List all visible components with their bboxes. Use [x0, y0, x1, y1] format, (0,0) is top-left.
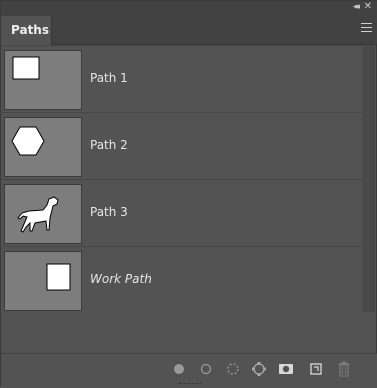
paths-list: Path 1 Path 2 Path 3 Work Path	[2, 45, 362, 314]
path-thumbnail	[4, 184, 82, 244]
tab-paths[interactable]: Paths	[1, 16, 52, 45]
path-label: Work Path	[90, 272, 152, 286]
scrollbar-track[interactable]	[362, 45, 375, 312]
path-row-3[interactable]: Path 3	[2, 180, 362, 247]
path-label: Path 1	[90, 71, 128, 85]
dog-silhouette-icon	[17, 196, 59, 233]
panel-footer	[1, 353, 377, 388]
panel-tab-bar: Paths	[1, 13, 377, 45]
square-shape-icon	[46, 263, 71, 291]
empty-list-area	[2, 312, 362, 353]
path-row-work[interactable]: Work Path	[2, 247, 362, 314]
path-thumbnail	[4, 50, 82, 110]
collapse-panel-icon[interactable]: ◂◂	[353, 2, 360, 12]
path-row-2[interactable]: Path 2	[2, 113, 362, 180]
panel-menu-icon[interactable]	[361, 23, 372, 32]
paths-panel: ◂◂ ✕ Paths Path 1 Path 2 Path 3 Work Pat…	[0, 0, 377, 388]
path-label: Path 2	[90, 138, 128, 152]
path-thumbnail	[4, 251, 82, 311]
path-row-1[interactable]: Path 1	[2, 45, 362, 113]
square-shape-icon	[12, 56, 40, 80]
close-panel-icon[interactable]: ✕	[364, 1, 372, 12]
trash-icon[interactable]	[335, 360, 353, 378]
path-label: Path 3	[90, 205, 128, 219]
fill-path-icon[interactable]	[170, 360, 188, 378]
make-work-path-icon[interactable]	[250, 360, 268, 378]
stroke-path-icon[interactable]	[197, 360, 215, 378]
load-selection-icon[interactable]	[224, 360, 242, 378]
new-path-icon[interactable]	[307, 360, 325, 378]
add-mask-icon[interactable]	[277, 360, 295, 378]
hexagon-shape-icon	[11, 126, 45, 156]
path-thumbnail	[4, 117, 82, 177]
panel-title-strip: ◂◂ ✕	[1, 1, 377, 13]
